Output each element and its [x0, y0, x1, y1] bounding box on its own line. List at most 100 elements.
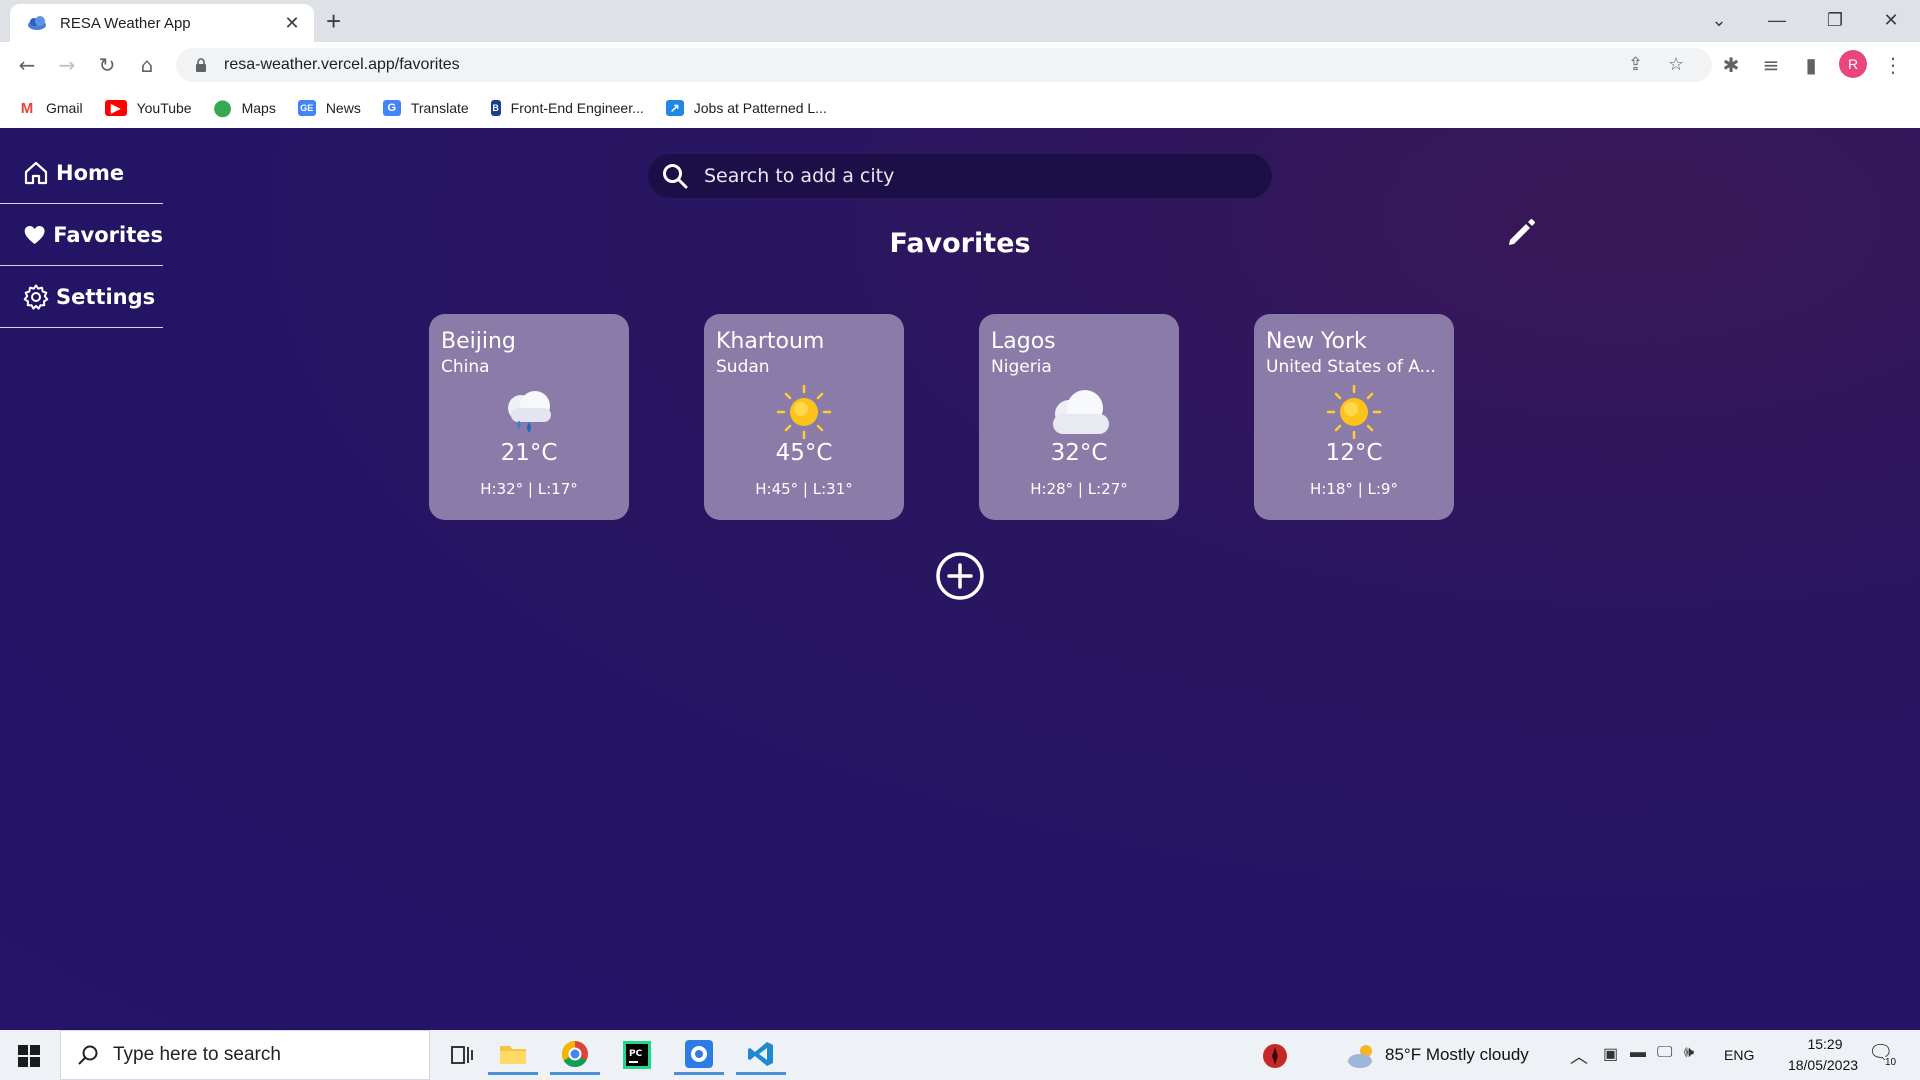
- clock-date[interactable]: 18/05/2023: [1768, 1057, 1878, 1073]
- folder-glyph: [500, 1045, 526, 1064]
- taskbar-weather[interactable]: 85°F Mostly cloudy: [1385, 1045, 1529, 1065]
- favorite-card[interactable]: Beijing China 21°C H:32° | L:17°: [429, 314, 629, 520]
- battery-icon[interactable]: ▬: [1630, 1044, 1646, 1062]
- tab-search-icon[interactable]: ⌄: [1690, 0, 1748, 40]
- cloud-icon: [1053, 390, 1109, 434]
- close-window-button[interactable]: ✕: [1862, 0, 1920, 40]
- favorites-list: Beijing China 21°C H:32° | L:17° Khartou…: [429, 314, 1454, 520]
- favorite-card[interactable]: New York United States of A... 12°C H:18…: [1254, 314, 1454, 520]
- card-high-low: H:45° | L:31°: [755, 480, 853, 498]
- bookmark-news[interactable]: GE News: [297, 100, 361, 116]
- home-browser-icon[interactable]: ⌂: [132, 50, 162, 80]
- address-bar[interactable]: resa-weather.vercel.app/favorites ⇪ ☆: [176, 48, 1712, 82]
- card-city: Khartoum: [716, 329, 825, 354]
- volume-icon[interactable]: 🕪: [1684, 1044, 1694, 1062]
- card-temperature: 45°C: [775, 440, 833, 466]
- reload-icon[interactable]: ↻: [92, 50, 122, 80]
- media-control-icon[interactable]: ≡: [1756, 50, 1786, 80]
- sidebar-item-label: Settings: [56, 284, 156, 309]
- bookmark-label: Translate: [410, 100, 469, 116]
- lock-icon: [196, 58, 206, 72]
- svg-text:PC: PC: [629, 1049, 643, 1059]
- browser-tab[interactable]: RESA Weather App ✕: [10, 4, 314, 42]
- minimize-button[interactable]: —: [1748, 0, 1806, 40]
- gmail-icon: M: [18, 100, 36, 117]
- page-title: Favorites: [889, 228, 1031, 259]
- new-tab-button[interactable]: +: [326, 8, 341, 34]
- task-view-glyph: [451, 1046, 473, 1064]
- news-icon: GE: [297, 100, 316, 116]
- task-view-icon[interactable]: [438, 1035, 488, 1075]
- chrome-icon[interactable]: [550, 1035, 600, 1075]
- tray-overflow-chevron-icon[interactable]: ︿: [1570, 1043, 1588, 1069]
- vscode-glyph: [748, 1041, 773, 1066]
- chat-app-icon[interactable]: [674, 1035, 724, 1075]
- bookmark-gmail[interactable]: M Gmail: [18, 100, 83, 117]
- bookmark-label: Front-End Engineer...: [510, 100, 644, 116]
- card-city: Beijing: [441, 329, 516, 354]
- card-country: China: [441, 357, 490, 377]
- profile-avatar[interactable]: R: [1839, 50, 1867, 78]
- card-high-low: H:18° | L:9°: [1310, 480, 1398, 498]
- tab-close-icon[interactable]: ✕: [282, 13, 302, 34]
- bookmark-translate[interactable]: G Translate: [382, 100, 469, 116]
- jobs-site-icon: ↗: [665, 100, 684, 116]
- bookmark-youtube[interactable]: ▶ YouTube: [104, 100, 192, 116]
- gear-icon: [23, 284, 49, 310]
- side-panel-icon[interactable]: ▮: [1796, 50, 1826, 80]
- card-city: New York: [1266, 329, 1367, 354]
- search-input[interactable]: [704, 165, 1224, 187]
- chat-app-glyph: [685, 1039, 713, 1068]
- translate-icon: G: [382, 100, 401, 116]
- sidebar-item-label: Home: [56, 160, 125, 185]
- clock-time[interactable]: 15:29: [1790, 1036, 1860, 1052]
- notification-count: 10: [1885, 1057, 1897, 1068]
- bookmark-label: Maps: [241, 100, 276, 116]
- city-search: [648, 154, 1272, 198]
- forward-icon[interactable]: →: [52, 50, 82, 80]
- share-icon[interactable]: ⇪: [1628, 54, 1643, 75]
- card-country: Sudan: [716, 357, 770, 377]
- weather-app: Home Favorites Settings Favorites Be: [0, 128, 1920, 1030]
- pencil-edit-icon[interactable]: [1504, 216, 1538, 250]
- bookmark-jobs[interactable]: ↗ Jobs at Patterned L...: [665, 100, 827, 116]
- back-icon[interactable]: ←: [12, 50, 42, 80]
- partly-cloudy-icon: [1348, 1045, 1372, 1068]
- card-country: United States of A...: [1266, 357, 1436, 377]
- vscode-icon[interactable]: [736, 1035, 786, 1075]
- tab-strip: RESA Weather App ✕ + ⌄ — ❐ ✕: [0, 0, 1920, 42]
- tray-app-icon[interactable]: [1262, 1043, 1288, 1069]
- bookmark-front-end[interactable]: B Front-End Engineer...: [490, 100, 644, 116]
- card-city: Lagos: [991, 329, 1056, 354]
- menu-kebab-icon[interactable]: ⋮: [1878, 50, 1908, 80]
- card-temperature: 21°C: [500, 440, 558, 466]
- card-temperature: 32°C: [1050, 440, 1108, 466]
- card-country: Nigeria: [991, 357, 1052, 377]
- card-high-low: H:28° | L:27°: [1030, 480, 1128, 498]
- bookmark-label: YouTube: [136, 100, 192, 116]
- sidebar-item-home[interactable]: Home: [0, 142, 163, 204]
- taskbar-search[interactable]: Type here to search: [60, 1030, 430, 1080]
- restore-button[interactable]: ❐: [1806, 0, 1864, 40]
- extensions-icon[interactable]: ✱: [1716, 50, 1746, 80]
- network-icon[interactable]: 🖵: [1657, 1044, 1672, 1062]
- add-city-plus-icon[interactable]: [934, 550, 986, 602]
- url-text: resa-weather.vercel.app/favorites: [224, 56, 460, 73]
- favorite-card[interactable]: Khartoum Sudan 45°C H:45° | L:31°: [704, 314, 904, 520]
- bookmarks-bar: M Gmail ▶ YouTube ⬤ Maps GE News G Translate …: [0, 88, 1920, 128]
- card-temperature: 12°C: [1325, 440, 1383, 466]
- bookmark-label: News: [325, 100, 361, 116]
- tab-title: RESA Weather App: [60, 14, 191, 32]
- search-icon: [663, 164, 688, 189]
- file-explorer-icon[interactable]: [488, 1035, 538, 1075]
- language-indicator[interactable]: ENG: [1724, 1047, 1754, 1063]
- browser-toolbar: ← → ↻ ⌂ resa-weather.vercel.app/favorite…: [0, 42, 1920, 88]
- windows-start-icon[interactable]: [18, 1045, 40, 1067]
- pycharm-icon[interactable]: PC: [612, 1035, 662, 1075]
- meet-now-icon[interactable]: ▣: [1603, 1044, 1618, 1064]
- bookmark-maps[interactable]: ⬤ Maps: [213, 100, 276, 117]
- sidebar-item-settings[interactable]: Settings: [0, 266, 163, 328]
- favorite-card[interactable]: Lagos Nigeria 32°C H:28° | L:27°: [979, 314, 1179, 520]
- bookmark-star-icon[interactable]: ☆: [1668, 54, 1684, 75]
- sun-icon: [1326, 384, 1382, 440]
